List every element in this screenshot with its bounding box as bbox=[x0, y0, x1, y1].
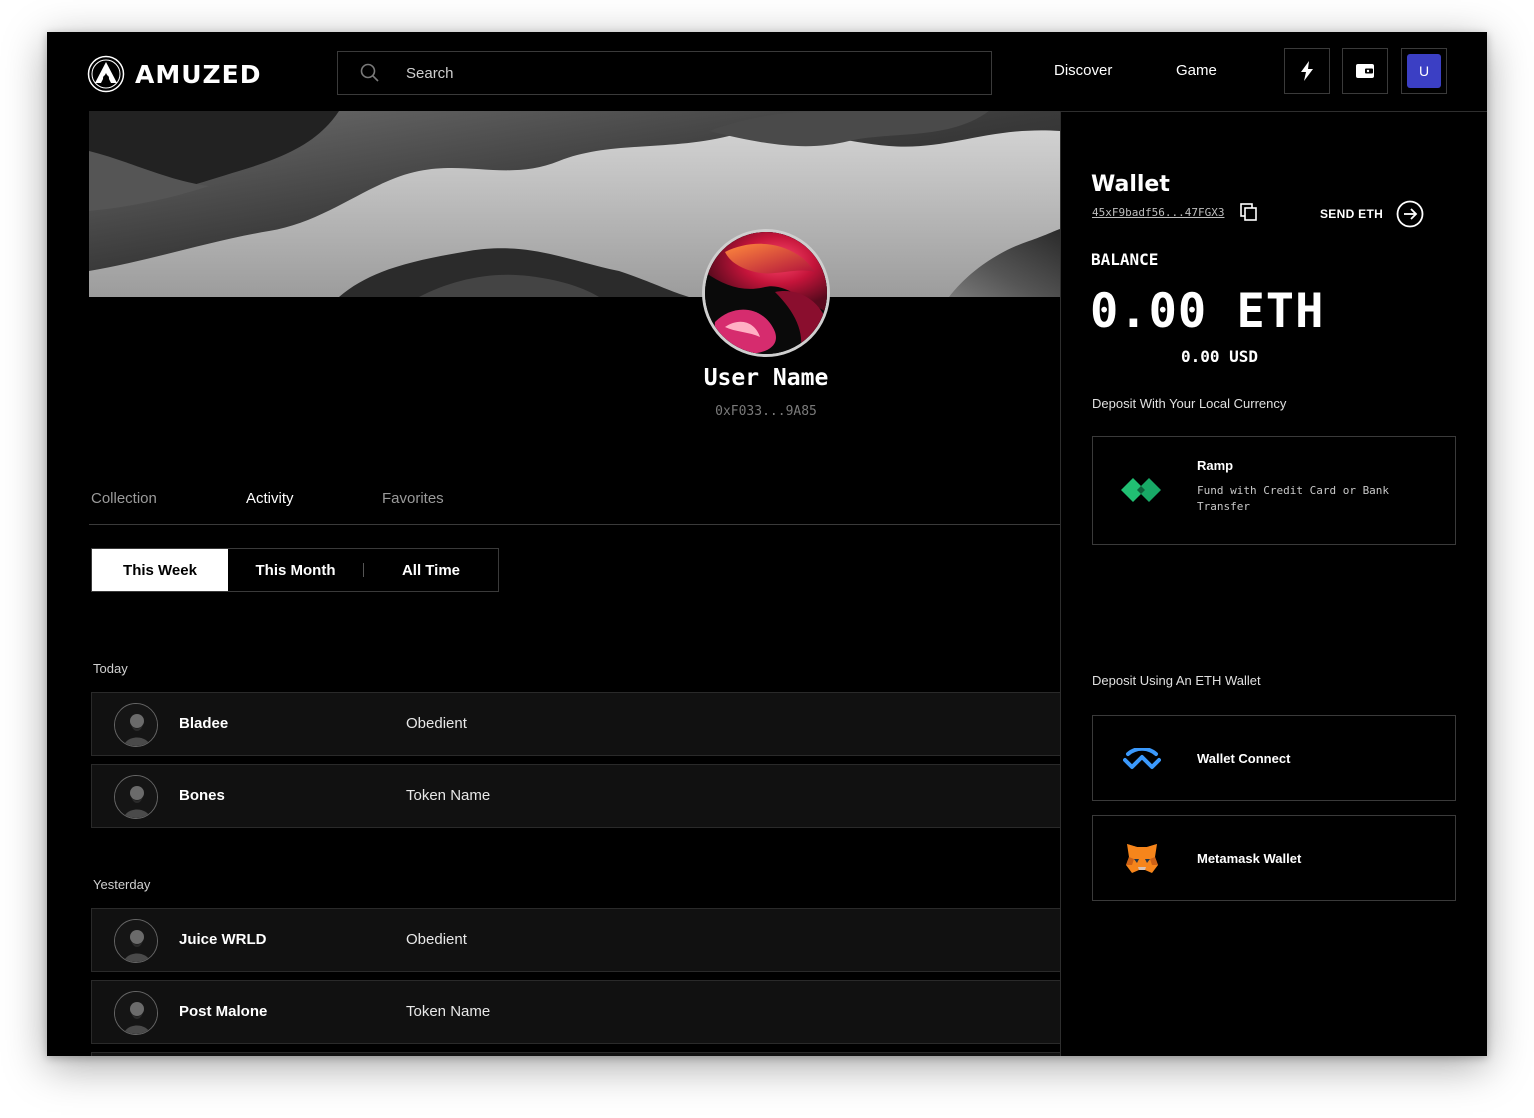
artist-name[interactable]: Juice WRLD bbox=[179, 931, 267, 948]
activity-row[interactable]: Juice WRLD Obedient bbox=[91, 908, 1060, 972]
artist-avatar-image bbox=[115, 920, 157, 962]
nav-discover[interactable]: Discover bbox=[1054, 62, 1112, 79]
activity-row[interactable]: Post Malone Token Name bbox=[91, 980, 1060, 1044]
token-name[interactable]: Token Name bbox=[406, 1003, 490, 1020]
send-eth-button[interactable]: SEND ETH bbox=[1320, 200, 1424, 228]
profile-avatar-image bbox=[705, 232, 827, 354]
activity-row[interactable] bbox=[91, 1052, 1060, 1056]
ramp-card[interactable]: Ramp Fund with Credit Card or Bank Trans… bbox=[1092, 436, 1456, 545]
artist-avatar-image bbox=[115, 992, 157, 1034]
lightning-icon bbox=[1301, 61, 1313, 81]
token-name[interactable]: Obedient bbox=[406, 715, 467, 732]
balance-eth: 0.00 ETH bbox=[1090, 284, 1325, 339]
balance-usd: 0.00 USD bbox=[1181, 347, 1259, 366]
tab-favorites[interactable]: Favorites bbox=[382, 490, 444, 507]
user-avatar-button[interactable]: U bbox=[1401, 48, 1447, 94]
ramp-description: Fund with Credit Card or Bank Transfer bbox=[1197, 484, 1390, 513]
send-eth-label: SEND ETH bbox=[1320, 207, 1384, 221]
group-label-yesterday: Yesterday bbox=[93, 877, 151, 892]
logo[interactable]: AMUZED bbox=[87, 54, 261, 94]
arrow-right-circle-icon bbox=[1396, 200, 1424, 228]
artist-avatar bbox=[114, 703, 158, 747]
app-window: AMUZED Discover Game U bbox=[47, 32, 1487, 1056]
activity-row[interactable]: Bones Token Name bbox=[91, 764, 1060, 828]
search-icon bbox=[360, 63, 379, 82]
artist-name[interactable]: Bladee bbox=[179, 715, 228, 732]
header-divider bbox=[1060, 111, 1487, 112]
search-input[interactable] bbox=[406, 64, 906, 82]
metamask-card[interactable]: Metamask Wallet bbox=[1092, 815, 1456, 901]
token-name[interactable]: Token Name bbox=[406, 787, 490, 804]
period-filter: This Week This Month All Time bbox=[91, 548, 499, 592]
activity-row[interactable]: Bladee Obedient bbox=[91, 692, 1060, 756]
nav-game[interactable]: Game bbox=[1176, 62, 1217, 79]
banner-image bbox=[89, 111, 1060, 297]
walletconnect-card[interactable]: Wallet Connect bbox=[1092, 715, 1456, 801]
walletconnect-icon bbox=[1121, 738, 1163, 780]
artist-avatar bbox=[114, 775, 158, 819]
avatar: U bbox=[1407, 54, 1441, 88]
metamask-title: Metamask Wallet bbox=[1197, 851, 1302, 866]
filter-this-month[interactable]: This Month bbox=[228, 549, 363, 591]
local-currency-label: Deposit With Your Local Currency bbox=[1092, 396, 1287, 411]
artist-avatar-image bbox=[115, 776, 157, 818]
wallet-button[interactable] bbox=[1342, 48, 1388, 94]
wallet-title: Wallet bbox=[1091, 172, 1170, 197]
walletconnect-title: Wallet Connect bbox=[1197, 751, 1291, 766]
eth-wallet-label: Deposit Using An ETH Wallet bbox=[1092, 673, 1261, 688]
profile-name: User Name bbox=[703, 365, 829, 391]
artist-name[interactable]: Post Malone bbox=[179, 1003, 267, 1020]
profile-address[interactable]: 0xF033...9A85 bbox=[632, 404, 900, 419]
amuzed-logo-icon bbox=[87, 55, 125, 93]
logo-text: AMUZED bbox=[135, 59, 262, 89]
balance-label: BALANCE bbox=[1091, 250, 1159, 269]
search-bar[interactable] bbox=[337, 51, 992, 95]
tab-collection[interactable]: Collection bbox=[91, 490, 157, 507]
artist-name[interactable]: Bones bbox=[179, 787, 225, 804]
metamask-icon bbox=[1121, 838, 1163, 880]
filter-all-time[interactable]: All Time bbox=[364, 549, 498, 591]
artist-avatar-image bbox=[115, 704, 157, 746]
profile-avatar bbox=[702, 229, 830, 357]
wallet-icon bbox=[1356, 64, 1374, 78]
group-label-today: Today bbox=[93, 661, 128, 676]
ramp-title: Ramp bbox=[1197, 458, 1234, 473]
token-name[interactable]: Obedient bbox=[406, 931, 467, 948]
profile-banner bbox=[89, 111, 1060, 297]
tabs-divider bbox=[89, 524, 1060, 525]
panel-divider bbox=[1060, 111, 1061, 1056]
artist-avatar bbox=[114, 919, 158, 963]
filter-this-week[interactable]: This Week bbox=[92, 549, 228, 591]
copy-icon[interactable] bbox=[1240, 203, 1258, 221]
tab-activity[interactable]: Activity bbox=[246, 490, 294, 507]
wallet-address[interactable]: 45xF9badf56...47FGX3 bbox=[1092, 206, 1224, 219]
artist-avatar bbox=[114, 991, 158, 1035]
ramp-icon bbox=[1121, 469, 1163, 511]
activity-button[interactable] bbox=[1284, 48, 1330, 94]
